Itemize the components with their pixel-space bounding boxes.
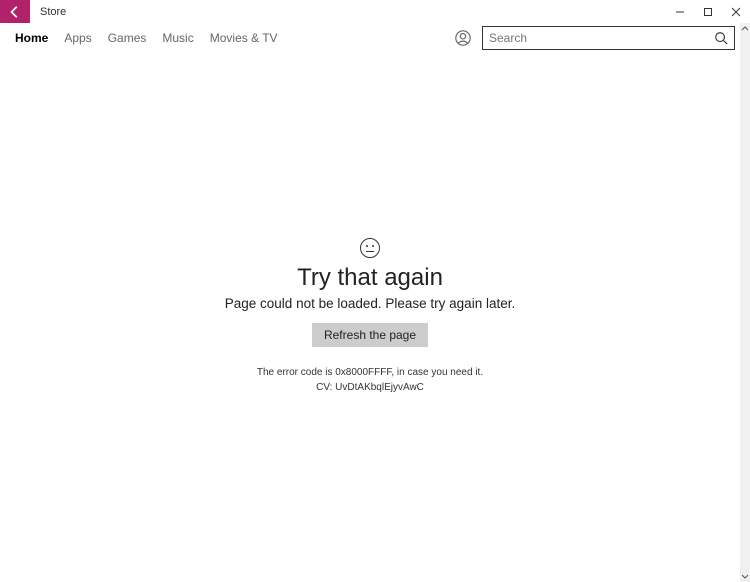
neutral-face-icon — [360, 238, 380, 258]
arrow-left-icon — [8, 5, 22, 19]
scroll-up-button[interactable] — [740, 23, 750, 35]
nav-apps[interactable]: Apps — [64, 31, 91, 45]
account-button[interactable] — [454, 29, 472, 47]
minimize-icon — [675, 7, 685, 17]
back-button[interactable] — [0, 0, 30, 23]
search-icon[interactable] — [714, 31, 728, 45]
refresh-button[interactable]: Refresh the page — [312, 323, 428, 347]
nav-movies-tv[interactable]: Movies & TV — [210, 31, 278, 45]
maximize-icon — [703, 7, 713, 17]
user-icon — [454, 29, 472, 47]
maximize-button[interactable] — [694, 0, 722, 23]
window-title: Store — [30, 0, 666, 23]
search-box[interactable] — [482, 26, 735, 50]
vertical-scrollbar[interactable] — [740, 23, 750, 582]
search-input[interactable] — [489, 31, 708, 45]
close-icon — [731, 7, 741, 17]
minimize-button[interactable] — [666, 0, 694, 23]
scroll-down-button[interactable] — [740, 570, 750, 582]
nav-music[interactable]: Music — [162, 31, 193, 45]
nav-bar: Home Apps Games Music Movies & TV — [0, 23, 750, 53]
error-title: Try that again — [297, 264, 443, 292]
error-message: Page could not be loaded. Please try aga… — [225, 296, 515, 311]
nav-games[interactable]: Games — [108, 31, 147, 45]
title-bar: Store — [0, 0, 750, 23]
nav-home[interactable]: Home — [15, 31, 48, 45]
chevron-down-icon — [741, 572, 749, 580]
error-panel: Try that again Page could not be loaded.… — [0, 53, 740, 582]
close-button[interactable] — [722, 0, 750, 23]
error-code: The error code is 0x8000FFFF, in case yo… — [257, 367, 483, 378]
chevron-up-icon — [741, 25, 749, 33]
error-cv: CV: UvDtAKbqlEjyvAwC — [316, 382, 424, 393]
window-controls — [666, 0, 750, 23]
